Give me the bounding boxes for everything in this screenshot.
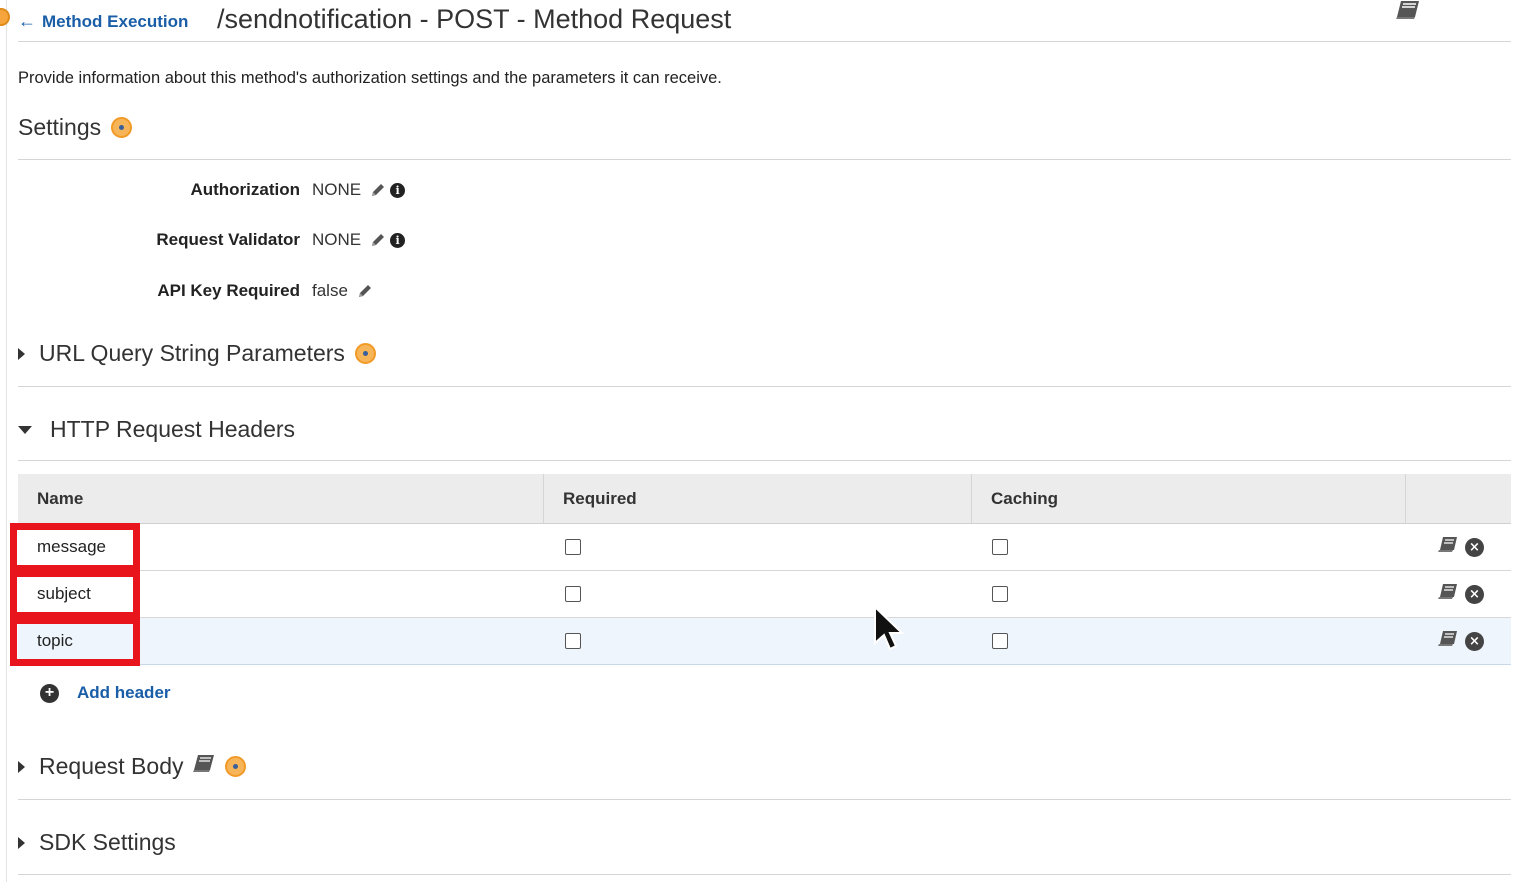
http-headers-section[interactable]: HTTP Request Headers xyxy=(18,416,1511,461)
book-icon[interactable] xyxy=(1438,630,1458,653)
close-circle-icon[interactable]: × xyxy=(1465,631,1484,651)
pencil-icon[interactable] xyxy=(357,283,373,299)
request-body-heading: Request Body xyxy=(39,753,184,779)
setting-value: false xyxy=(312,281,348,300)
plus-circle-icon: + xyxy=(40,683,59,703)
intro-text: Provide information about this method's … xyxy=(18,69,722,87)
add-header-button[interactable]: + Add header xyxy=(40,683,171,703)
table-header-row: Name Required Caching xyxy=(18,474,1511,524)
sdk-settings-heading: SDK Settings xyxy=(39,829,176,855)
highlight-box xyxy=(10,617,140,666)
highlight-box xyxy=(10,570,140,619)
setting-request-validator: Request Validator NONE i xyxy=(18,228,618,252)
http-headers-heading: HTTP Request Headers xyxy=(50,416,296,442)
info-icon[interactable]: i xyxy=(390,182,406,198)
expand-toggle-icon[interactable] xyxy=(18,760,25,773)
url-query-heading: URL Query String Parameters xyxy=(39,340,345,366)
setting-value: NONE xyxy=(312,180,362,199)
required-checkbox[interactable] xyxy=(565,633,581,649)
collapse-toggle-icon[interactable] xyxy=(18,425,32,434)
book-icon[interactable] xyxy=(193,753,215,780)
settings-heading: Settings xyxy=(18,114,102,140)
caching-checkbox[interactable] xyxy=(992,586,1008,602)
page-title: /sendnotification - POST - Method Reques… xyxy=(217,4,732,34)
panel-edge-indicator xyxy=(0,8,10,26)
book-icon[interactable] xyxy=(1396,0,1422,25)
setting-api-key-required: API Key Required false xyxy=(18,279,618,303)
add-header-label: Add header xyxy=(77,683,171,702)
pencil-icon[interactable] xyxy=(370,232,386,248)
book-icon[interactable] xyxy=(1438,583,1458,606)
info-dot-icon[interactable] xyxy=(225,756,247,777)
method-execution-back-link[interactable]: ← Method Execution xyxy=(18,11,188,32)
caching-checkbox[interactable] xyxy=(992,539,1008,555)
setting-key: API Key Required xyxy=(157,281,300,300)
left-divider xyxy=(6,0,7,882)
expand-toggle-icon[interactable] xyxy=(18,347,25,360)
settings-section: Settings xyxy=(18,114,1511,160)
setting-key: Authorization xyxy=(190,180,300,199)
table-row: message × xyxy=(18,524,1511,571)
pencil-icon[interactable] xyxy=(370,182,386,198)
url-query-section[interactable]: URL Query String Parameters xyxy=(18,340,1511,387)
column-header-caching: Caching xyxy=(972,474,1406,523)
mouse-cursor-icon xyxy=(873,604,905,658)
setting-authorization: Authorization NONE i xyxy=(18,178,618,202)
column-header-actions xyxy=(1406,474,1511,523)
caching-checkbox[interactable] xyxy=(992,633,1008,649)
request-body-section[interactable]: Request Body xyxy=(18,753,1511,800)
close-circle-icon[interactable]: × xyxy=(1465,537,1484,557)
required-checkbox[interactable] xyxy=(565,539,581,555)
info-icon[interactable]: i xyxy=(390,232,406,248)
sdk-settings-section[interactable]: SDK Settings xyxy=(18,829,1511,875)
required-checkbox[interactable] xyxy=(565,586,581,602)
table-row: subject × xyxy=(18,571,1511,618)
setting-key: Request Validator xyxy=(156,230,300,249)
back-link-label: Method Execution xyxy=(42,11,189,31)
column-header-required: Required xyxy=(544,474,972,523)
highlight-box xyxy=(10,523,140,572)
book-icon[interactable] xyxy=(1438,536,1458,559)
column-header-name: Name xyxy=(18,474,544,523)
info-dot-icon[interactable] xyxy=(111,117,133,138)
close-circle-icon[interactable]: × xyxy=(1465,584,1484,604)
expand-toggle-icon[interactable] xyxy=(18,836,25,849)
headers-table: Name Required Caching message × subject … xyxy=(18,474,1511,665)
setting-value: NONE xyxy=(312,230,362,249)
info-dot-icon[interactable] xyxy=(354,343,376,364)
table-row: topic × xyxy=(18,618,1511,665)
arrow-left-icon: ← xyxy=(18,11,36,31)
